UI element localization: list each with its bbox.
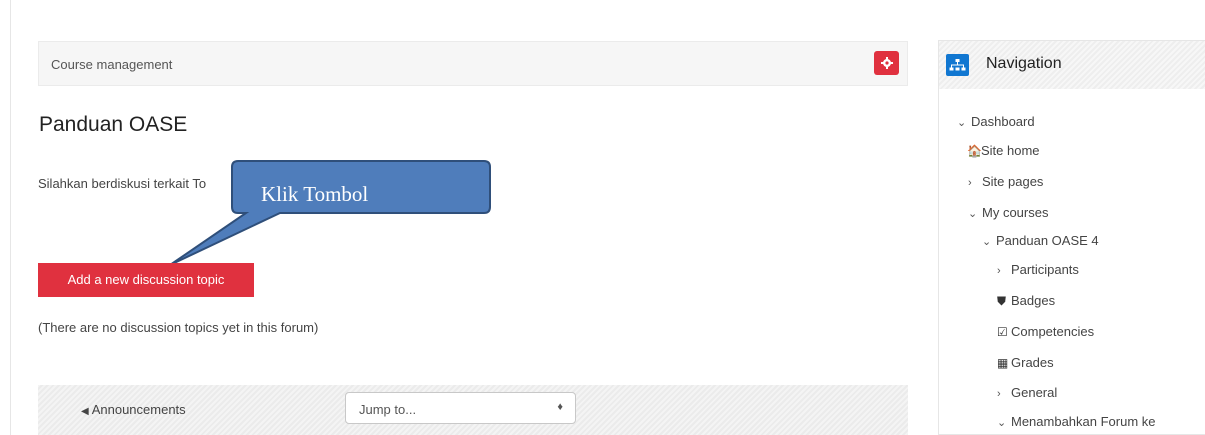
nav-item-label: Competencies <box>1011 324 1095 339</box>
checkbox-icon: ☑ <box>997 325 1008 339</box>
nav-item-label: Dashboard <box>971 114 1035 129</box>
navigation-header: Navigation <box>939 41 1205 89</box>
previous-activity-label: Announcements <box>91 402 186 417</box>
nav-item-competencies[interactable]: ☑ Competencies <box>997 324 1094 339</box>
empty-forum-message: (There are no discussion topics yet in t… <box>38 320 319 335</box>
chevron-right-icon: › <box>997 388 1001 400</box>
chevron-right-icon: › <box>968 177 972 189</box>
nav-item-label: Participants <box>1011 262 1079 277</box>
left-triangle-icon: ◀ <box>81 406 89 417</box>
chevron-down-icon: ⌄ <box>997 417 1007 429</box>
nav-item-my-courses[interactable]: ⌄ My courses <box>968 205 1048 220</box>
course-management-label: Course management <box>51 57 173 72</box>
jump-to-select[interactable]: Jump to... ♦ <box>345 392 576 424</box>
nav-item-site-pages[interactable]: › Site pages <box>968 174 1043 189</box>
callout-text: Klik Tombol <box>261 182 369 206</box>
nav-item-label: General <box>1011 385 1058 400</box>
nav-item-label: Menambahkan Forum ke <box>1011 414 1156 429</box>
shield-icon: ⛊ <box>997 294 1007 308</box>
left-divider <box>10 0 11 435</box>
nav-item-label: Panduan OASE 4 <box>996 233 1099 248</box>
callout-annotation: Klik Tombol <box>150 155 492 275</box>
nav-item-dashboard[interactable]: ⌄ Dashboard <box>957 114 1035 129</box>
nav-item-grades[interactable]: ▦ Grades <box>997 355 1054 370</box>
home-icon: 🏠 <box>967 144 982 158</box>
nav-item-menambahkan-forum[interactable]: ⌄ Menambahkan Forum ke <box>997 414 1156 429</box>
gear-button[interactable] <box>874 51 899 75</box>
gear-icon <box>880 57 893 69</box>
table-icon: ▦ <box>997 356 1009 370</box>
activity-navigation: ◀ Announcements Jump to... ♦ <box>38 385 908 435</box>
callout-shape <box>169 160 491 266</box>
nav-item-label: Site pages <box>982 174 1044 189</box>
navigation-title: Navigation <box>986 55 1062 72</box>
nav-item-label: Grades <box>1011 355 1054 370</box>
chevron-right-icon: › <box>997 265 1001 277</box>
sitemap-icon <box>946 54 969 76</box>
select-caret-icon: ♦ <box>557 401 563 413</box>
nav-item-label: Site home <box>981 143 1040 158</box>
nav-item-general[interactable]: › General <box>997 385 1057 400</box>
chevron-down-icon: ⌄ <box>982 236 992 248</box>
previous-activity-link[interactable]: ◀ Announcements <box>81 402 186 417</box>
nav-item-label: My courses <box>982 205 1049 220</box>
chevron-down-icon: ⌄ <box>968 208 978 220</box>
add-discussion-topic-button[interactable]: Add a new discussion topic <box>38 263 254 297</box>
nav-item-badges[interactable]: ⛊ Badges <box>997 293 1055 309</box>
nav-item-site-home[interactable]: 🏠Site home <box>967 143 1040 158</box>
jump-to-label: Jump to... <box>359 402 417 417</box>
nav-item-participants[interactable]: › Participants <box>997 262 1079 277</box>
nav-item-label: Badges <box>1011 293 1056 308</box>
course-management-bar: Course management <box>38 41 908 86</box>
page-title: Panduan OASE <box>39 113 188 136</box>
nav-item-panduan-oase-4[interactable]: ⌄ Panduan OASE 4 <box>982 233 1099 248</box>
chevron-down-icon: ⌄ <box>957 117 967 129</box>
